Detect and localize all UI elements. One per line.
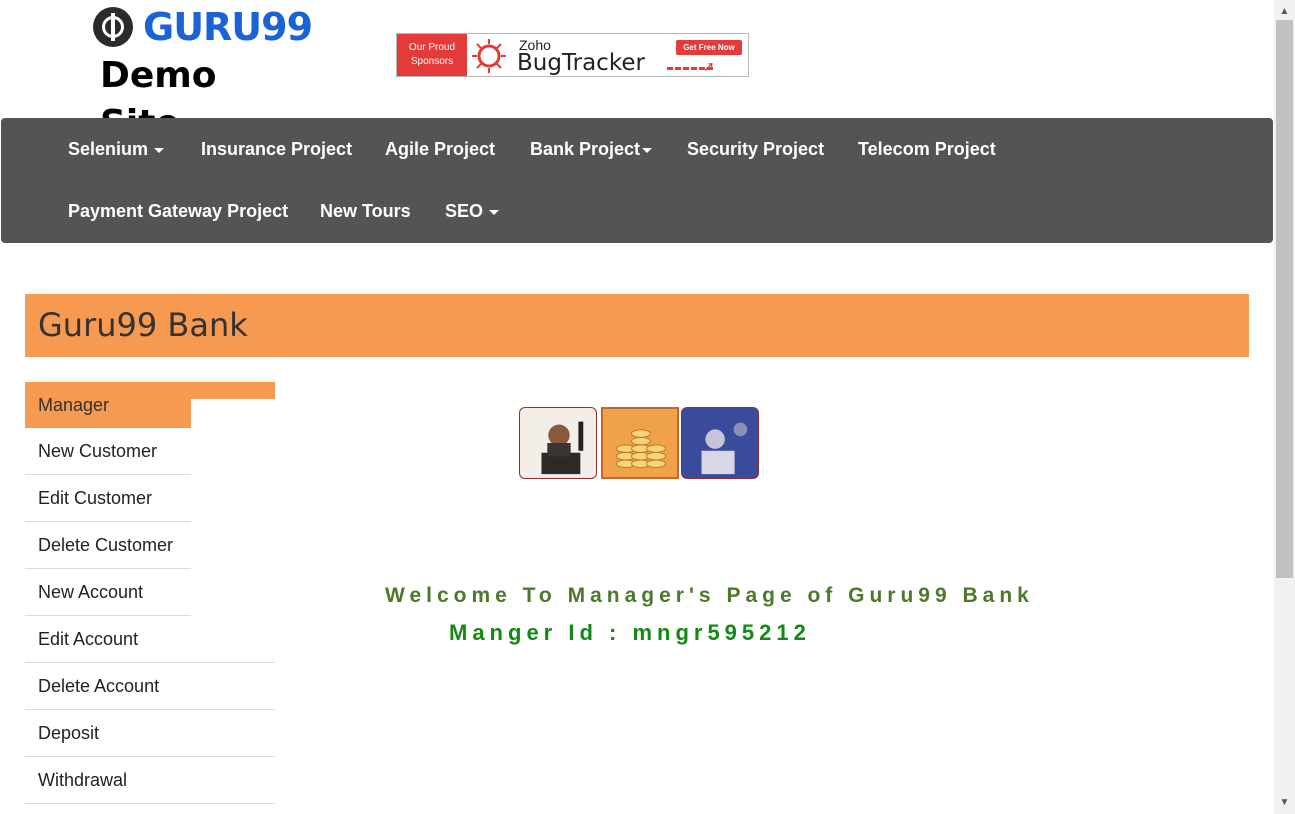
sidebar-item-delete-customer[interactable]: Delete Customer — [25, 522, 191, 569]
sidebar-item-label: Manager — [38, 395, 110, 415]
nav-telecom-project-label: Telecom Project — [858, 139, 996, 159]
guru99-logo[interactable]: GURU99 — [93, 5, 313, 49]
scroll-down-arrow-icon[interactable]: ▼ — [1274, 794, 1295, 814]
caret-down-icon — [154, 147, 165, 153]
nav-agile-project[interactable]: Agile Project — [385, 118, 495, 180]
scroll-up-arrow-icon[interactable]: ▲ — [1274, 0, 1295, 20]
top-navbar: Selenium Insurance Project Agile Project… — [1, 118, 1273, 243]
nav-agile-project-label: Agile Project — [385, 139, 496, 159]
scrollbar-thumb[interactable] — [1276, 20, 1293, 578]
sidebar-item-withdrawal[interactable]: Withdrawal — [25, 757, 275, 804]
guru99-logo-icon — [93, 7, 133, 47]
sidebar-item-label: Edit Account — [38, 629, 139, 649]
caret-down-icon — [642, 147, 653, 153]
nav-selenium-label: Selenium — [68, 139, 149, 159]
sidebar-menu: Manager New Customer Edit Customer Delet… — [25, 382, 275, 804]
sidebar-item-label: New Customer — [38, 441, 158, 461]
sidebar-item-edit-customer[interactable]: Edit Customer — [25, 475, 191, 522]
banner-panel-people — [681, 407, 759, 479]
sidebar-item-label: New Account — [38, 582, 144, 602]
bank-banner-image — [519, 404, 759, 480]
nav-telecom-project[interactable]: Telecom Project — [858, 118, 996, 180]
nav-new-tours[interactable]: New Tours — [320, 180, 411, 242]
nav-insurance-project-label: Insurance Project — [201, 139, 353, 159]
sidebar-item-new-account[interactable]: New Account — [25, 569, 191, 616]
nav-new-tours-label: New Tours — [320, 201, 411, 221]
ad-sponsor-line-1: Our Proud — [408, 42, 456, 53]
sidebar-item-manager[interactable]: Manager — [25, 382, 191, 428]
sidebar-item-label: Edit Customer — [38, 488, 153, 508]
nav-selenium[interactable]: Selenium — [68, 118, 165, 180]
bug-tracker-icon — [472, 39, 506, 73]
nav-security-project[interactable]: Security Project — [687, 118, 824, 180]
sidebar-item-label: Withdrawal — [38, 770, 128, 790]
logo-text: GURU99 — [143, 5, 313, 49]
bank-title: Guru99 Bank — [38, 306, 248, 344]
ad-get-free-now-button[interactable]: Get Free Now — [676, 40, 742, 55]
caret-down-icon — [489, 209, 500, 215]
nav-seo[interactable]: SEO — [445, 180, 500, 242]
sidebar-item-label: Delete Account — [38, 676, 160, 696]
ad-arrow-icon: ➚ — [703, 58, 715, 74]
sidebar-item-label: Deposit — [38, 723, 100, 743]
sidebar-item-label: Delete Customer — [38, 535, 174, 555]
nav-payment-gateway-project-label: Payment Gateway Project — [68, 201, 289, 221]
sidebar-item-new-customer[interactable]: New Customer — [25, 428, 191, 475]
sponsor-ad-banner[interactable]: Our Proud Sponsors Zoho BugTracker Get F… — [396, 33, 749, 77]
bank-header-bar: Guru99 Bank — [25, 294, 1249, 357]
sidebar-item-edit-account[interactable]: Edit Account — [25, 616, 275, 663]
nav-bank-project[interactable]: Bank Project — [530, 118, 653, 180]
nav-security-project-label: Security Project — [687, 139, 825, 159]
ad-sponsor-line-2: Sponsors — [410, 56, 454, 67]
banner-panel-businessman — [519, 407, 597, 479]
vertical-scrollbar[interactable]: ▲ ▼ — [1274, 0, 1295, 814]
ad-brand-large: BugTracker — [517, 50, 645, 76]
sidebar-item-deposit[interactable]: Deposit — [25, 710, 275, 757]
nav-insurance-project[interactable]: Insurance Project — [201, 118, 352, 180]
nav-bank-project-label: Bank Project — [530, 139, 641, 159]
nav-payment-gateway-project[interactable]: Payment Gateway Project — [68, 180, 288, 242]
welcome-message: Welcome To Manager's Page of Guru99 Bank — [385, 584, 1034, 607]
ad-sponsor-label: Our Proud Sponsors — [397, 34, 467, 76]
manager-id-label: Manger Id : mngr595212 — [449, 620, 811, 645]
nav-seo-label: SEO — [445, 201, 484, 221]
banner-panel-coins — [601, 407, 679, 479]
sidebar-item-delete-account[interactable]: Delete Account — [25, 663, 275, 710]
